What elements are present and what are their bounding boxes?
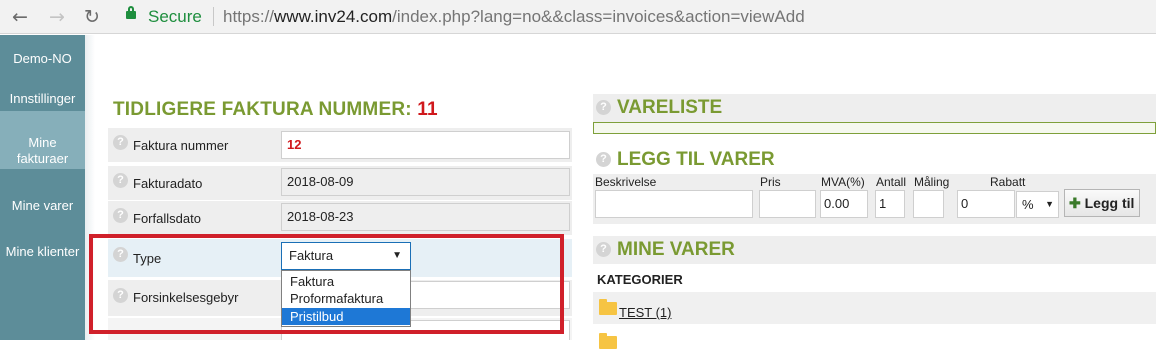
address-separator	[213, 7, 214, 26]
quantity-input[interactable]: 1	[875, 190, 905, 218]
discount-column-label: Rabatt	[990, 175, 1026, 189]
highlight-annotation-box	[89, 234, 564, 334]
product-list-title: VARELISTE	[617, 97, 723, 118]
add-products-title: LEGG TIL VARER	[617, 149, 775, 170]
url-path: /index.php?lang=no&&class=invoices&actio…	[392, 7, 805, 26]
arrow-right-icon[interactable]: →	[45, 5, 69, 29]
product-list-area	[593, 122, 1156, 134]
discount-input[interactable]: 0	[957, 190, 1015, 218]
sidebar-item-label: Mine	[28, 135, 57, 150]
invoice-number-label: Faktura nummer	[133, 138, 229, 153]
add-product-button[interactable]: ✚ Legg til	[1064, 189, 1140, 217]
price-input[interactable]	[759, 190, 816, 218]
help-icon[interactable]: ?	[113, 173, 128, 188]
category-row	[593, 292, 1156, 324]
invoice-date-label: Fakturadato	[133, 176, 203, 191]
reload-icon[interactable]: ↻	[80, 5, 104, 29]
invoice-number-input[interactable]: 12	[281, 131, 570, 159]
url-scheme: https://	[223, 7, 275, 26]
sidebar-item-demo-no[interactable]: Demo-NO	[0, 51, 85, 67]
url-text[interactable]: https://www.inv24.com/index.php?lang=no&…	[223, 7, 805, 27]
address-bar[interactable]: Secure https://www.inv24.com/index.php?l…	[112, 3, 1156, 31]
browser-toolbar: ← → ↻ Secure https://www.inv24.com/index…	[0, 0, 1156, 34]
unit-input[interactable]	[913, 190, 944, 218]
vat-input[interactable]: 0.00	[820, 190, 868, 218]
add-product-button-label: Legg til	[1084, 195, 1135, 211]
form-row-due-date: ? Forfallsdato 2018-08-23	[108, 201, 572, 235]
folder-icon	[599, 333, 617, 349]
previous-invoice-number: 11	[417, 99, 438, 120]
add-products-header: ? LEGG TIL VARER	[593, 146, 1156, 176]
discount-unit-select[interactable]: % ▼	[1016, 191, 1059, 218]
my-products-title: MINE VARER	[617, 239, 735, 260]
previous-invoice-heading: TIDLIGERE FAKTURA NUMMER: 11	[113, 99, 438, 121]
quantity-column-label: Antall	[876, 175, 907, 189]
folder-icon	[599, 299, 617, 315]
plus-icon: ✚	[1069, 195, 1081, 211]
form-row-invoice-date: ? Fakturadato 2018-08-09	[108, 166, 572, 200]
sidebar: Demo-NO Innstillinger Mine fakturaer Min…	[0, 35, 85, 340]
sidebar-item-settings[interactable]: Innstillinger	[0, 91, 85, 107]
help-icon[interactable]: ?	[113, 135, 128, 150]
due-date-label: Forfallsdato	[133, 211, 201, 226]
discount-unit-value: %	[1022, 197, 1034, 212]
unit-column-label: Måling	[914, 175, 950, 189]
caret-down-icon: ▼	[1045, 199, 1054, 209]
sidebar-item-my-invoices[interactable]: Mine fakturaer	[0, 111, 85, 169]
due-date-input[interactable]: 2018-08-23	[281, 203, 570, 231]
url-host: www.inv24.com	[274, 7, 393, 26]
invoice-date-input[interactable]: 2018-08-09	[281, 168, 570, 196]
help-icon[interactable]: ?	[596, 100, 611, 115]
description-input[interactable]	[595, 190, 753, 218]
price-column-label: Pris	[760, 175, 781, 189]
my-products-header: ? MINE VARER	[593, 236, 1156, 264]
categories-heading: KATEGORIER	[597, 272, 683, 287]
help-icon[interactable]: ?	[596, 152, 611, 167]
arrow-left-icon[interactable]: ←	[8, 5, 32, 29]
help-icon[interactable]: ?	[113, 208, 128, 223]
lock-icon	[126, 6, 136, 19]
product-list-header: ? VARELISTE	[593, 94, 1156, 122]
description-column-label: Beskrivelse	[595, 175, 657, 189]
previous-invoice-label: TIDLIGERE FAKTURA NUMMER:	[113, 99, 412, 120]
sidebar-item-label: fakturaer	[16, 151, 69, 166]
sidebar-item-my-clients[interactable]: Mine klienter	[0, 244, 85, 260]
sidebar-item-my-products[interactable]: Mine varer	[0, 198, 85, 214]
category-link-test[interactable]: TEST (1)	[619, 305, 672, 320]
help-icon[interactable]: ?	[596, 242, 611, 257]
vat-column-label: MVA(%)	[821, 175, 865, 189]
security-label: Secure	[148, 7, 202, 26]
form-row-invoice-number: ? Faktura nummer 12	[108, 128, 572, 162]
